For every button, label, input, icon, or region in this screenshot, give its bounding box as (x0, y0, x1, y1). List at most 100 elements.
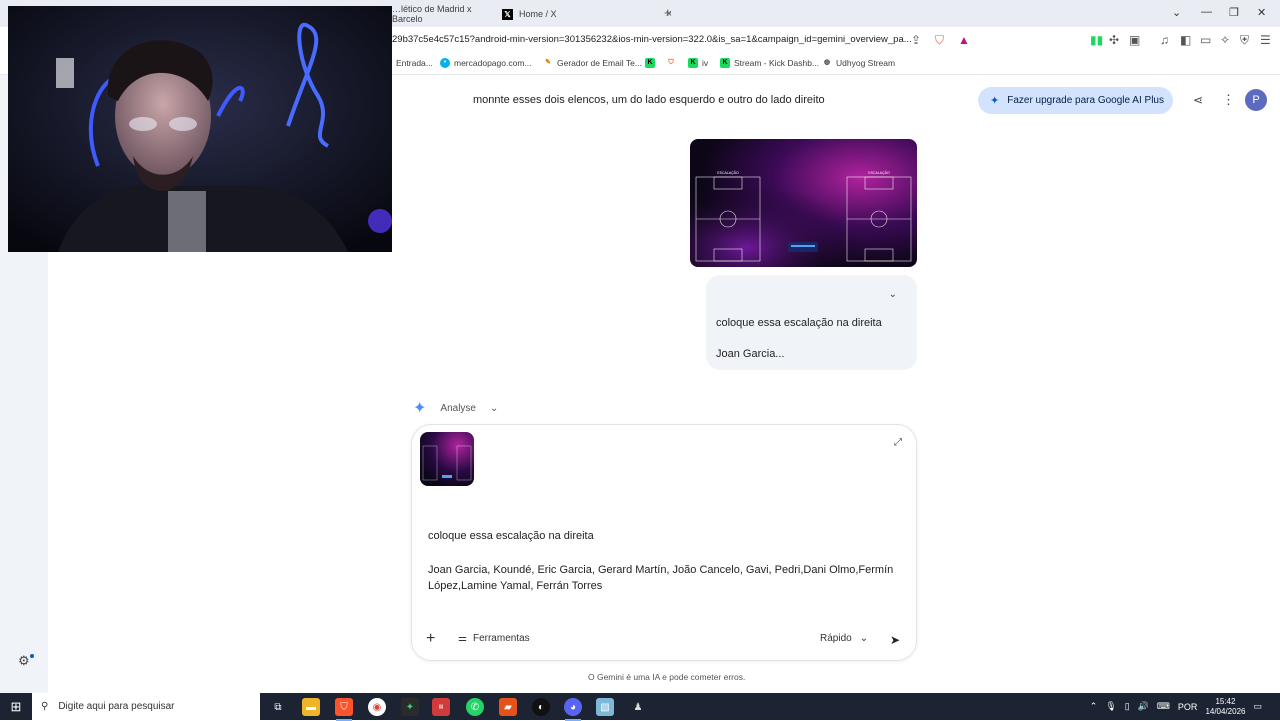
sidebar-icon[interactable]: ◧ (1180, 33, 1191, 47)
bookmark-brave[interactable]: ⛉ (666, 58, 680, 68)
tray-overflow-icon[interactable]: ⌃ (1090, 701, 1098, 712)
obs-icon[interactable]: ◐ (532, 698, 550, 716)
share-icon[interactable]: ⋖ (1193, 93, 1203, 107)
upgrade-button[interactable]: ✦ Fazer upgrade para Google AI Plus (978, 87, 1173, 114)
brave-icon: ⛉ (668, 59, 674, 66)
tab-title: Home / X (519, 9, 557, 19)
attachment-thumbnail[interactable] (420, 432, 474, 486)
network-icon[interactable]: ▯ (1125, 701, 1130, 712)
microphone-icon[interactable]: 🎙 (1105, 701, 1116, 712)
kick-icon: K (720, 58, 730, 68)
settings-gear-icon[interactable]: ⚙ (18, 653, 30, 669)
disclaimer-text: O Gemini é uma IA e pode cometer erros. (588, 672, 746, 682)
gemini-spark-icon: ✦ (413, 400, 427, 417)
close-window-icon[interactable]: ✕ (1257, 6, 1266, 19)
share-page-icon[interactable]: ⇪ (911, 33, 921, 47)
app-icon[interactable]: ✦ (401, 698, 419, 716)
kick-icon: K (688, 58, 698, 68)
send-button[interactable]: ➤ (884, 629, 906, 651)
leo-ai-icon[interactable]: ✧ (1220, 33, 1230, 47)
notification-dot (30, 654, 34, 658)
lineup-image-graphic: ESCALAÇÃO ESCALAÇÃO (690, 139, 917, 267)
globe-icon: ◍ (823, 59, 831, 66)
bookmark-kick[interactable]: K (645, 58, 659, 68)
tab-title: …lético de Madrid x Barcelo (392, 4, 472, 24)
brave-shield-icon[interactable]: ⛉ (935, 33, 944, 48)
clock[interactable]: 15:42 14/04/2026 (1205, 697, 1245, 717)
avatar[interactable]: P (1245, 89, 1267, 111)
webcam-overlay (8, 6, 392, 252)
status-label: Analyse (440, 402, 476, 414)
app-icon-figure[interactable]: ♟ (629, 698, 647, 716)
task-view-icon[interactable]: ⧉ (269, 698, 287, 716)
brave-rewards-icon[interactable]: ▲ (958, 33, 970, 47)
chevron-down-icon: ⌄ (489, 402, 499, 414)
send-icon: ➤ (889, 633, 901, 647)
bookmark-iv[interactable]: Kiv (688, 58, 708, 68)
bookmark-kick-dashboard[interactable]: K Stream - Kick Dashb... (720, 58, 819, 68)
tools-label: Ferramentas (472, 633, 530, 644)
chevron-down-icon: ⌄ (859, 633, 869, 644)
app-icon-red[interactable]: ▤ (432, 698, 450, 716)
discord-icon[interactable]: ◕ (564, 698, 582, 721)
whatsapp-icon[interactable]: ✆ (466, 698, 484, 716)
previous-user-prompt: monnte esses dois elencos, um do lado es… (473, 94, 825, 106)
taskbar-search-placeholder: Digite aqui para pesquisar (58, 701, 175, 712)
sliders-icon: ⚌ (458, 633, 467, 644)
windows-logo-icon: ⊞ (10, 698, 22, 714)
file-explorer-icon[interactable]: ▬ (302, 698, 320, 716)
system-tray: ⌃ 🎙 ▯ 🔊 ⌨ POR 15:42 14/04/2026 ▭ (1090, 693, 1280, 720)
analysis-status[interactable]: ✦ Analyse ⌄ (413, 398, 498, 418)
wallet2-icon[interactable]: ▭ (1200, 33, 1211, 47)
media-icon[interactable]: ♫ (1160, 33, 1169, 47)
url-field[interactable]: 29b37c5e4c57c15?android-min-version=3013… (392, 34, 912, 45)
minimize-icon[interactable]: — (1201, 6, 1212, 18)
chevron-down-icon[interactable]: ⌄ (889, 289, 897, 300)
windows-taskbar: ⊞ ⚲ Digite aqui para pesquisar ⧉ ▬ ⛉ ◉ ✦… (0, 693, 1280, 721)
prompt-composer[interactable]: ⤢ coloque essa escalação na direita Joan… (411, 424, 917, 661)
notifications-icon[interactable]: ▭ (1253, 701, 1262, 712)
bookmark-entrada[interactable]: Entrada... (396, 58, 433, 68)
tab-home-x[interactable]: 𝕏 Home / X × (502, 4, 672, 24)
search-icon: ⚲ (41, 701, 49, 712)
tools-button[interactable]: ⚌ Ferramentas (458, 633, 530, 644)
restore-icon[interactable]: ❐ (1229, 6, 1239, 19)
vpn-icon[interactable]: ⛨ (1240, 33, 1249, 48)
tab-search-icon[interactable]: ⌄ (1172, 6, 1181, 19)
user-message-bubble: ⌄ coloque essa escalação na direita Joan… (706, 275, 917, 370)
composer-text-line-2[interactable]: Joan Garcia, Koundé, Eric Garcia, Gerard… (428, 562, 898, 594)
tab-atletico[interactable]: …lético de Madrid x Barcelo (392, 4, 492, 24)
app-icon-orange[interactable]: ▰ (499, 698, 517, 716)
volume-icon[interactable]: 🔊 (1138, 701, 1149, 712)
more-options-icon[interactable]: ⋮ (1222, 92, 1235, 108)
bookmark-udhyog[interactable]: ◍ Udhyog Stream (822, 58, 895, 68)
keyboard-icon[interactable]: ⌨ (1157, 701, 1170, 712)
wallet-icon[interactable]: ▣ (1129, 33, 1140, 47)
composer-text-line-1[interactable]: coloque essa escalação na direita (428, 530, 594, 542)
bookmark-mercadopago[interactable]: • mercadopago.com... (440, 58, 531, 68)
webcam-feed (8, 6, 392, 252)
uploaded-image[interactable]: ESCALAÇÃO ESCALAÇÃO (690, 139, 917, 267)
x-logo-icon: 𝕏 (502, 8, 513, 20)
taskbar-search[interactable]: ⚲ Digite aqui para pesquisar (32, 693, 260, 720)
mercadopago-icon: • (440, 58, 450, 68)
menu-icon[interactable]: ☰ (1260, 33, 1271, 47)
pencil-icon: ✎ (545, 59, 551, 66)
chrome-icon[interactable]: ◉ (368, 698, 386, 716)
attachment-image (420, 432, 474, 486)
start-button[interactable]: ⊞ (0, 693, 32, 720)
bookmark-gerador-email[interactable]: ✎ Gerador de Email Te... (543, 58, 642, 68)
sparkle-icon: ✦ (990, 95, 1000, 107)
new-tab-button[interactable]: + (664, 5, 672, 20)
extensions-puzzle-icon[interactable]: ✣ (1109, 33, 1119, 47)
model-mode-selector[interactable]: Rápido ⌄ (820, 633, 868, 644)
expand-icon[interactable]: ⤢ (894, 437, 902, 448)
clock-time: 15:42 (1215, 696, 1236, 706)
language-indicator[interactable]: POR (1178, 702, 1198, 712)
bubble-line-1: coloque essa escalação na direita (716, 317, 882, 329)
app-icon-blue[interactable]: ▧ (596, 698, 614, 716)
brave-browser-icon[interactable]: ⛉ (335, 698, 353, 721)
add-attachment-icon[interactable]: + (426, 630, 435, 648)
extension-icon[interactable]: ▮▮ (1090, 33, 1103, 47)
mode-label: Rápido (820, 633, 852, 644)
